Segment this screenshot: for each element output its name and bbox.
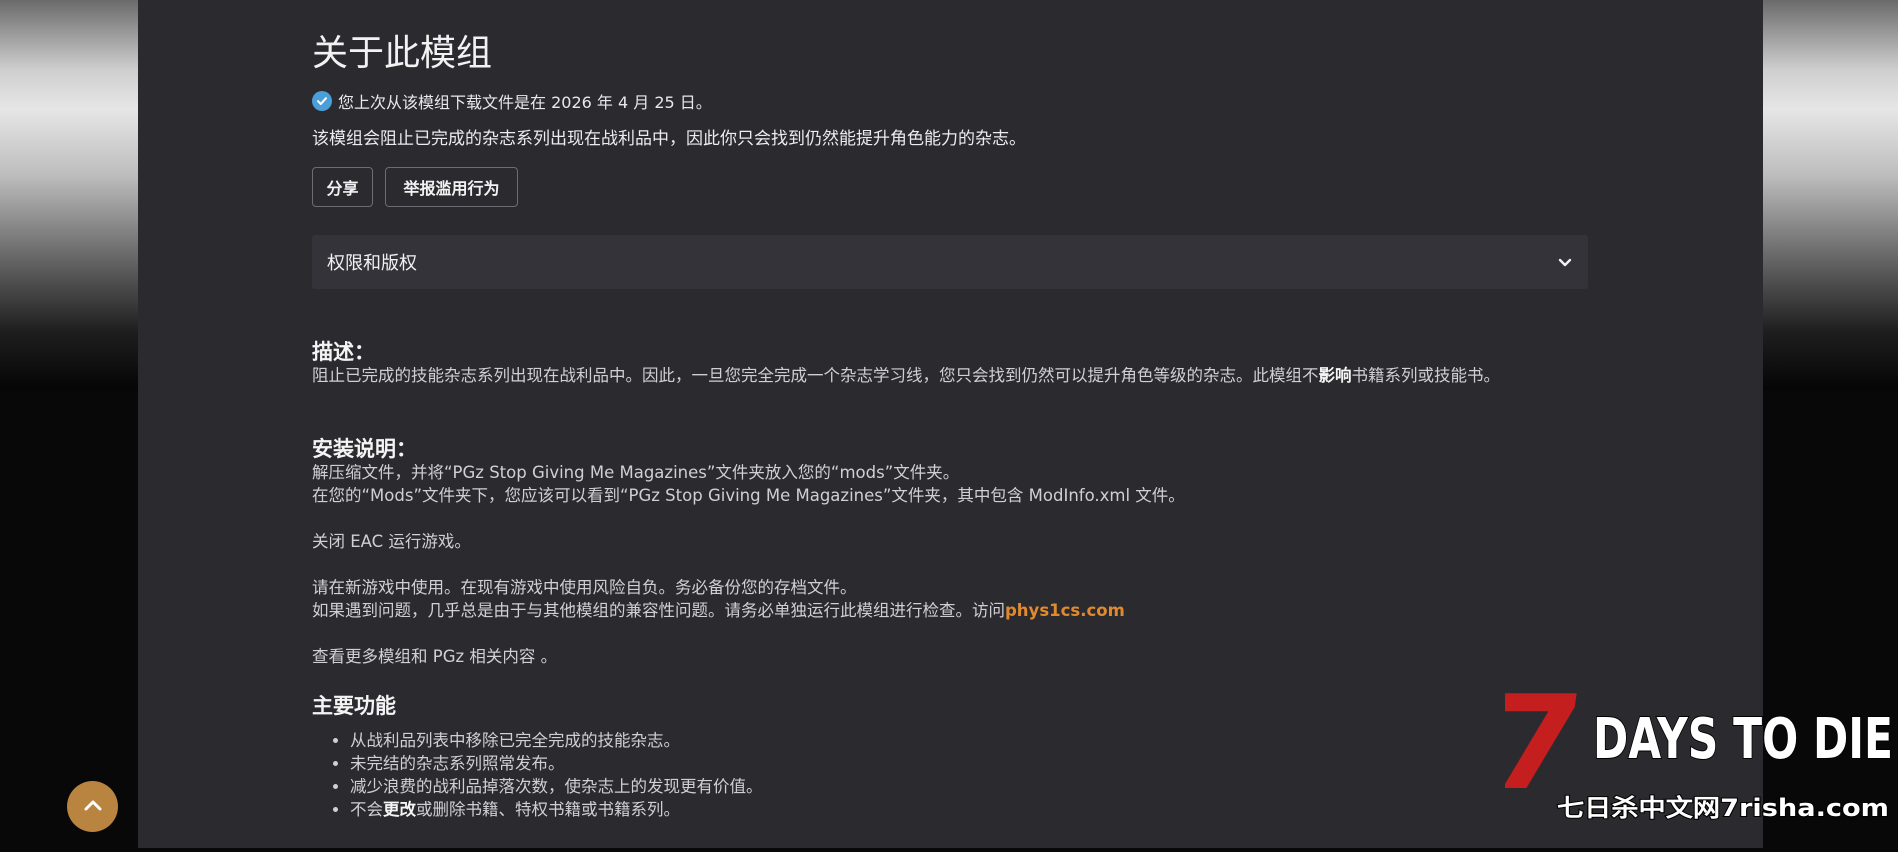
install-heading: 安装说明： <box>312 437 417 461</box>
chevron-up-icon <box>83 797 103 816</box>
features-heading: 主要功能 <box>312 694 396 718</box>
list-item: 从战利品列表中移除已完全完成的技能杂志。 <box>350 729 763 752</box>
install-text: 如果遇到问题，几乎总是由于与其他模组的兼容性问题。请务必单独运行此模组进行检查。… <box>312 601 1005 620</box>
accordion-label: 权限和版权 <box>327 253 417 274</box>
install-line: 查看更多模组和 PGz 相关内容 。 <box>312 647 558 666</box>
description-text-part: 书籍系列或技能书。 <box>1351 366 1501 385</box>
game-logo-watermark: 7 DAYS TO DIE 七日杀中文网7risha.com <box>1479 668 1898 848</box>
install-line: 请在新游戏中使用。在现有游戏中使用风险自负。务必备份您的存档文件。 <box>312 578 857 597</box>
scroll-to-top-button[interactable] <box>67 781 118 832</box>
permissions-accordion[interactable]: 权限和版权 <box>312 235 1588 289</box>
report-abuse-button[interactable]: 举报滥用行为 <box>385 167 518 207</box>
check-circle-icon <box>312 91 332 111</box>
feature-text: 或删除书籍、特权书籍或书籍系列。 <box>416 800 680 819</box>
feature-text: 不会 <box>350 800 383 819</box>
install-line: 在您的“Mods”文件夹下，您应该可以看到“PGz Stop Giving Me… <box>312 486 1185 505</box>
description-bold-word: 影响 <box>1318 366 1352 385</box>
install-line: 关闭 EAC 运行游戏。 <box>312 532 471 551</box>
chevron-down-icon <box>1558 253 1572 272</box>
page-title: 关于此模组 <box>312 33 493 74</box>
install-line: 如果遇到问题，几乎总是由于与其他模组的兼容性问题。请务必单独运行此模组进行检查。… <box>312 599 1588 622</box>
logo-subtitle: 七日杀中文网7risha.com <box>1557 794 1889 822</box>
list-item: 不会更改或删除书籍、特权书籍或书籍系列。 <box>350 798 763 821</box>
download-notice: 您上次从该模组下载文件是在 2026 年 4 月 25 日。 <box>312 90 712 112</box>
share-button[interactable]: 分享 <box>312 167 373 207</box>
list-item: 减少浪费的战利品掉落次数，使杂志上的发现更有价值。 <box>350 775 763 798</box>
description-section: 描述： 阻止已完成的技能杂志系列出现在战利品中。因此，一旦您完全完成一个杂志学习… <box>312 341 1588 387</box>
install-section: 安装说明： 解压缩文件，并将“PGz Stop Giving Me Magazi… <box>312 438 1588 668</box>
logo-main: DAYS TO DIE <box>1593 707 1893 772</box>
description-text: 阻止已完成的技能杂志系列出现在战利品中。因此，一旦您完全完成一个杂志学习线，您只… <box>312 364 1588 387</box>
install-line: 解压缩文件，并将“PGz Stop Giving Me Magazines”文件… <box>312 463 960 482</box>
feature-bold-word: 更改 <box>383 800 416 819</box>
description-heading: 描述： <box>312 340 375 364</box>
features-list: 从战利品列表中移除已完全完成的技能杂志。 未完结的杂志系列照常发布。 减少浪费的… <box>312 729 763 821</box>
download-notice-text: 您上次从该模组下载文件是在 2026 年 4 月 25 日。 <box>338 93 712 112</box>
mod-summary: 该模组会阻止已完成的杂志系列出现在战利品中，因此你只会找到仍然能提升角色能力的杂… <box>312 129 1026 149</box>
list-item: 未完结的杂志系列照常发布。 <box>350 752 763 775</box>
phys1cs-link[interactable]: phys1cs.com <box>1005 601 1125 620</box>
description-text-part: 阻止已完成的技能杂志系列出现在战利品中。因此，一旦您完全完成一个杂志学习线，您只… <box>312 366 1319 385</box>
